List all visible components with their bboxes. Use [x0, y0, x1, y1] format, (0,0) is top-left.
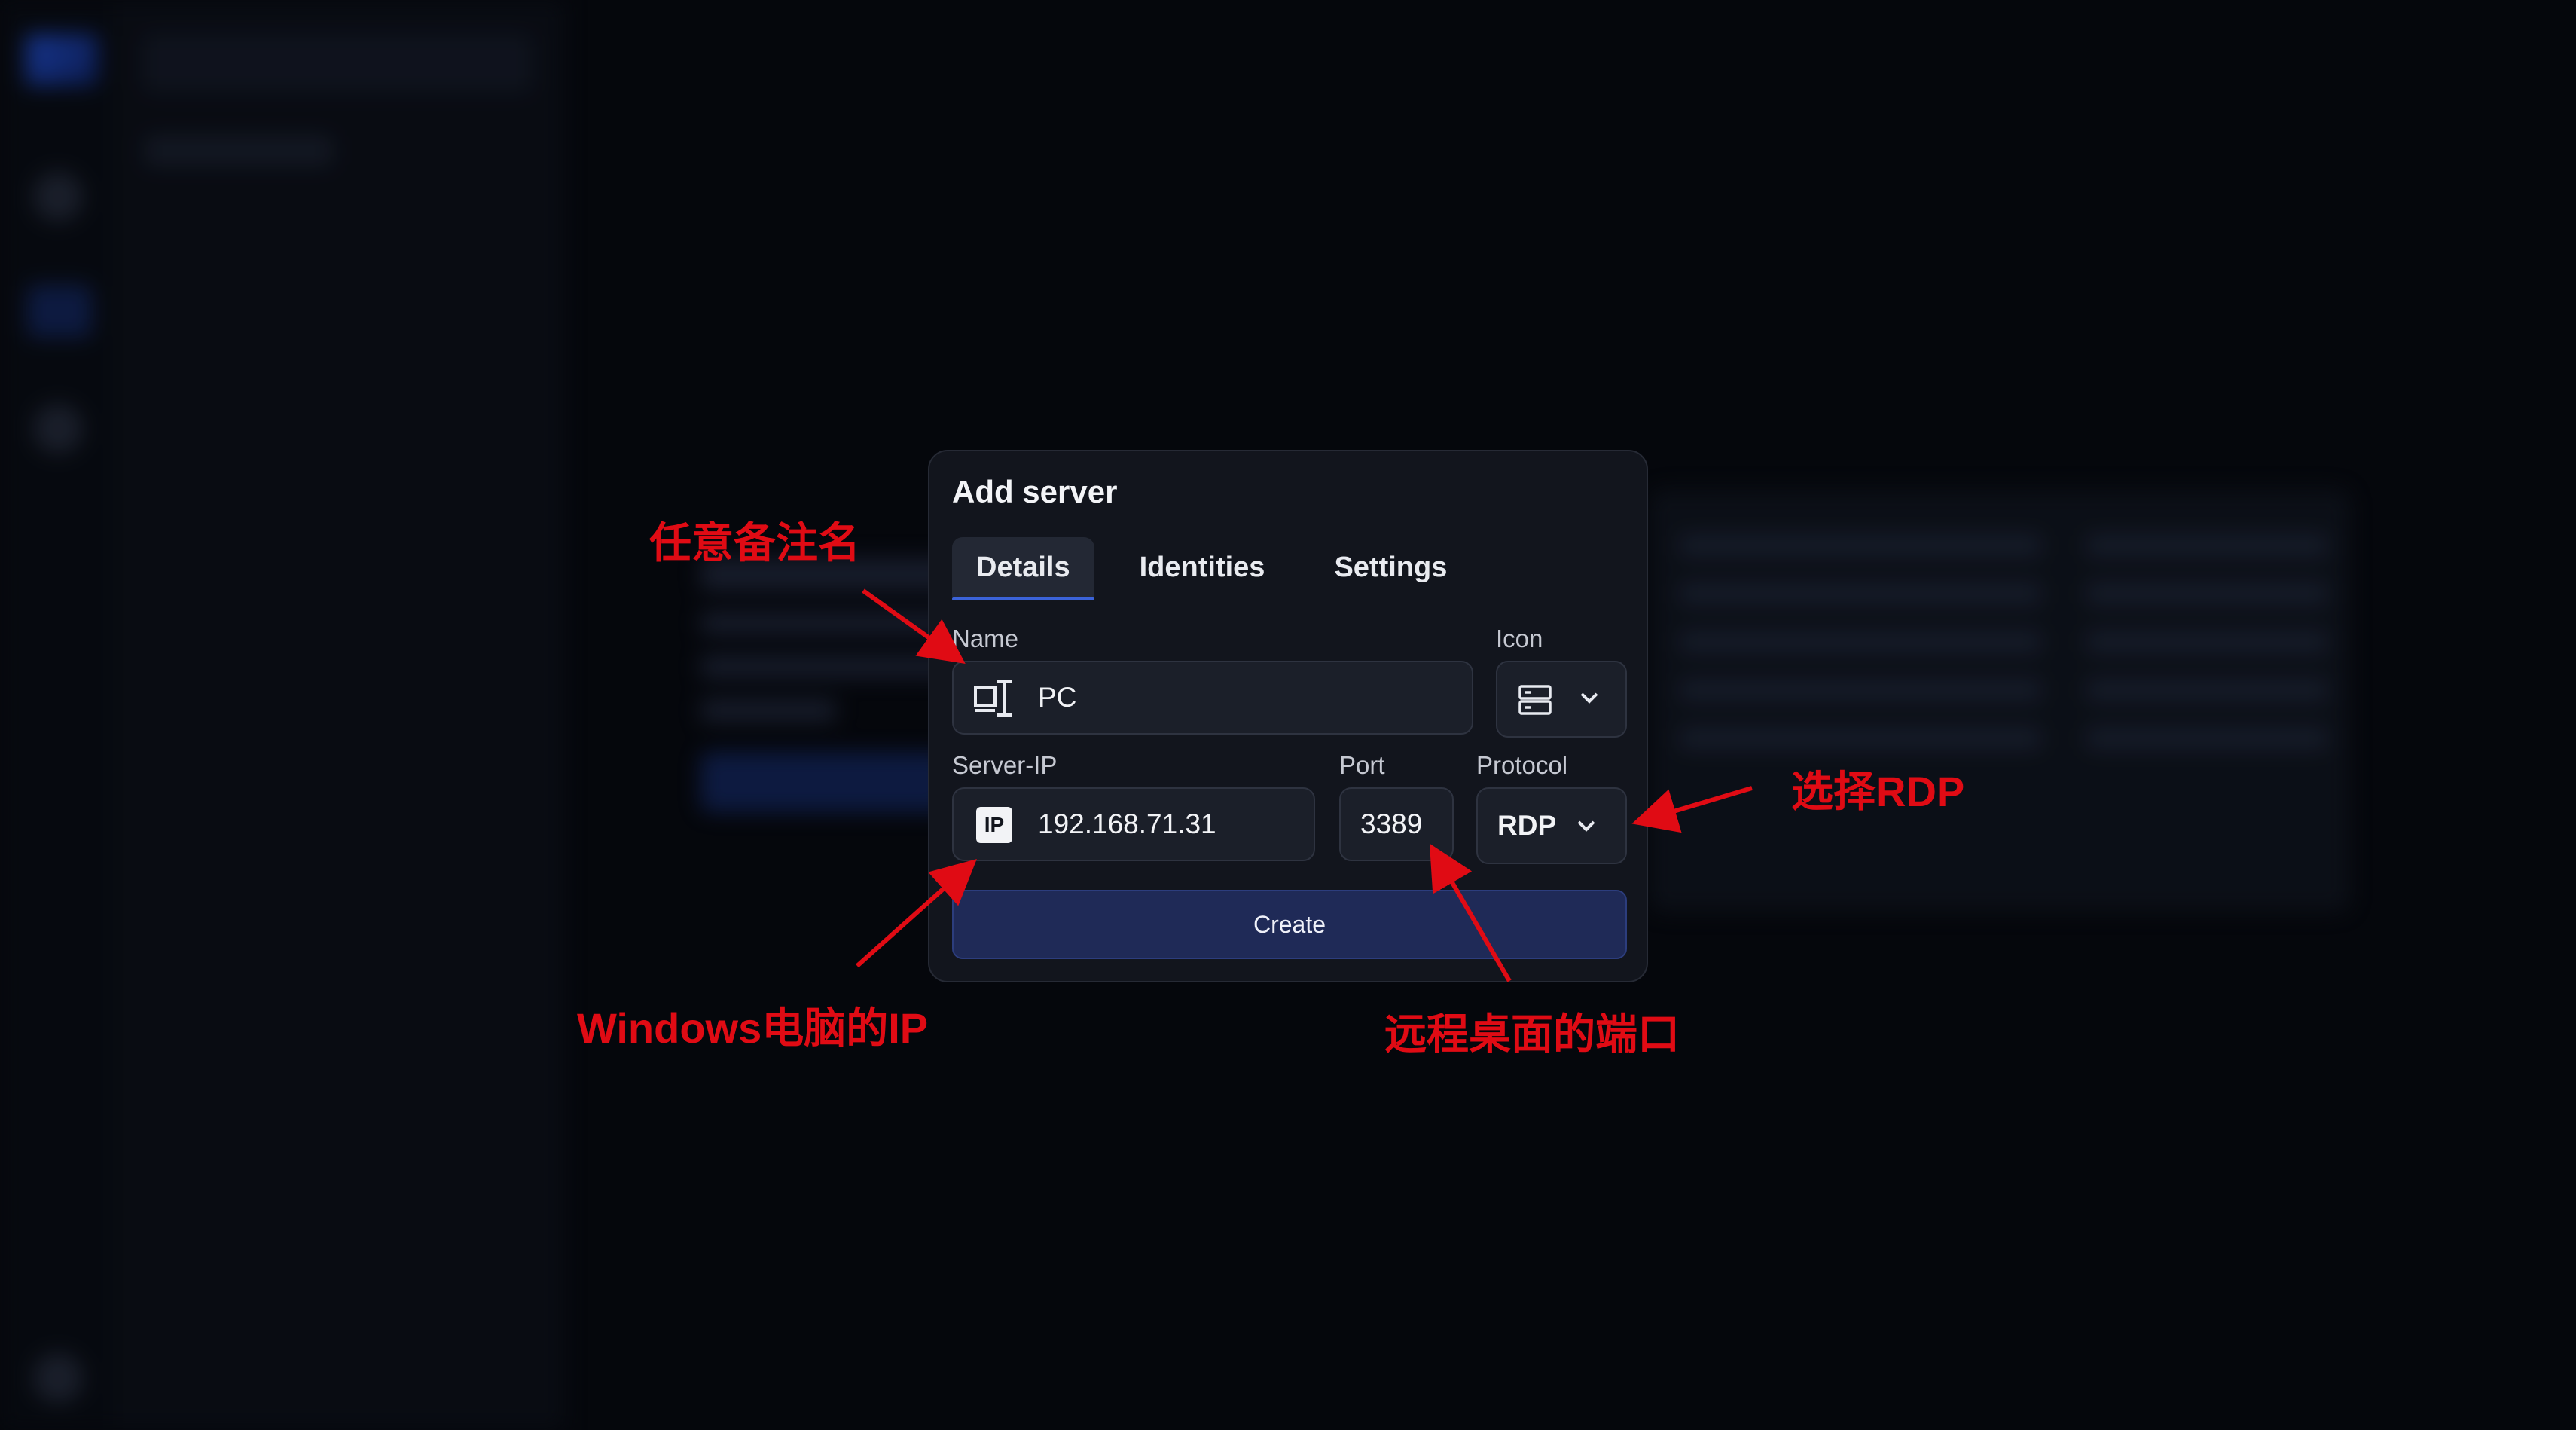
ip-arrow	[856, 859, 977, 968]
name-arrow	[862, 588, 966, 664]
protocol-arrow	[1631, 786, 1753, 833]
port-arrow	[1429, 843, 1512, 982]
annotation-arrows	[856, 588, 1753, 982]
